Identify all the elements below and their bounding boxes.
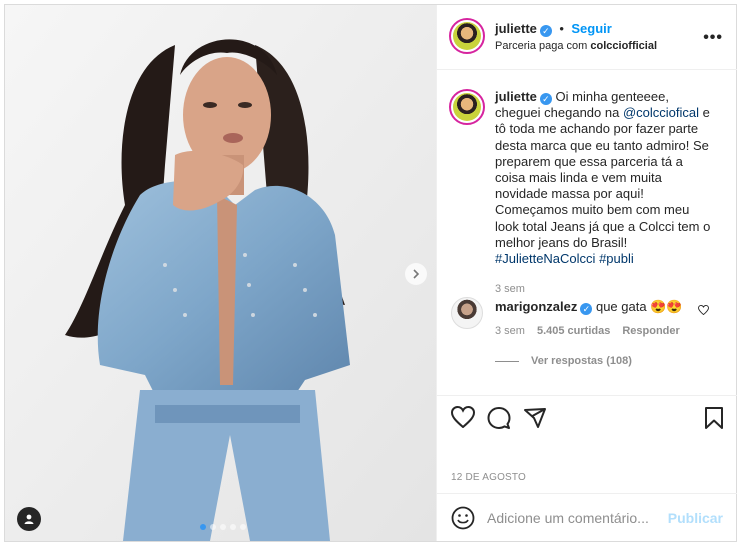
reply-button[interactable]: Responder [622, 325, 679, 337]
caption-mention[interactable]: @colcciofical [623, 105, 699, 120]
verified-badge-icon: ✓ [539, 93, 552, 105]
comment: marigonzalez ✓ que gata 😍😍 [495, 299, 715, 315]
author-avatar[interactable] [449, 18, 485, 54]
caption-hashtag[interactable]: #publi [599, 251, 634, 266]
caption-text-2: e tô toda me achando por fazer parte des… [495, 105, 711, 250]
post-caption: juliette ✓ Oi minha genteeee, cheguei che… [495, 89, 715, 297]
carousel-indicator [200, 524, 246, 530]
heart-icon[interactable] [451, 406, 475, 428]
next-slide-button[interactable] [405, 263, 427, 285]
emoji-icon[interactable] [451, 506, 475, 530]
comment-like-icon[interactable] [698, 304, 709, 318]
comment-input[interactable]: Adicione um comentário... [487, 510, 649, 526]
publish-button[interactable]: Publicar [668, 510, 723, 526]
comment-icon[interactable] [487, 406, 511, 430]
verified-badge-icon: ✓ [539, 25, 552, 37]
user-tag-button[interactable] [17, 507, 41, 531]
view-replies-button[interactable]: Ver respostas (108) [495, 355, 632, 367]
comment-likes[interactable]: 5.405 curtidas [537, 325, 610, 337]
add-comment-bar: Adicione um comentário... Publicar [437, 493, 737, 542]
caption-time: 3 sem [495, 283, 525, 296]
share-icon[interactable] [523, 406, 547, 430]
verified-badge-icon: ✓ [580, 303, 593, 315]
caption-author[interactable]: juliette [495, 89, 537, 104]
carousel-dot [240, 524, 246, 530]
more-options-icon[interactable]: ••• [703, 29, 723, 47]
comment-time: 3 sem [495, 325, 525, 337]
post-header: juliette ✓ • Seguir Parceria paga com col… [437, 5, 737, 70]
carousel-dot [230, 524, 236, 530]
post-media[interactable] [5, 5, 436, 541]
author-username[interactable]: juliette [495, 21, 537, 36]
comment-author[interactable]: marigonzalez [495, 299, 577, 314]
carousel-dot [210, 524, 216, 530]
chevron-right-icon [413, 269, 420, 279]
partnership-label: Parceria paga com colcciofficial [495, 40, 657, 52]
post-card: juliette ✓ • Seguir Parceria paga com col… [4, 4, 737, 542]
comment-text: que gata 😍😍 [592, 299, 683, 314]
post-side-panel: juliette ✓ • Seguir Parceria paga com col… [436, 5, 737, 541]
comment-meta: 3 sem 5.405 curtidas Responder [495, 325, 680, 337]
carousel-dot [220, 524, 226, 530]
replies-line [495, 360, 519, 362]
partnership-prefix: Parceria paga com [495, 40, 588, 52]
author-line: juliette ✓ • Seguir [495, 20, 612, 38]
view-replies-label: Ver respostas (108) [531, 355, 632, 367]
post-photo [5, 5, 436, 541]
bookmark-icon[interactable] [703, 406, 725, 430]
commenter-avatar[interactable] [451, 297, 483, 329]
partner-link[interactable]: colcciofficial [590, 40, 657, 52]
post-actions [437, 395, 737, 440]
post-date: 12 DE AGOSTO [451, 472, 527, 483]
follow-button[interactable]: Seguir [571, 21, 611, 36]
carousel-dot [200, 524, 206, 530]
user-tag-icon [24, 514, 34, 524]
separator-dot: • [559, 21, 564, 36]
caption-hashtag[interactable]: #JulietteNaColcci [495, 251, 595, 266]
caption-avatar[interactable] [449, 89, 485, 125]
